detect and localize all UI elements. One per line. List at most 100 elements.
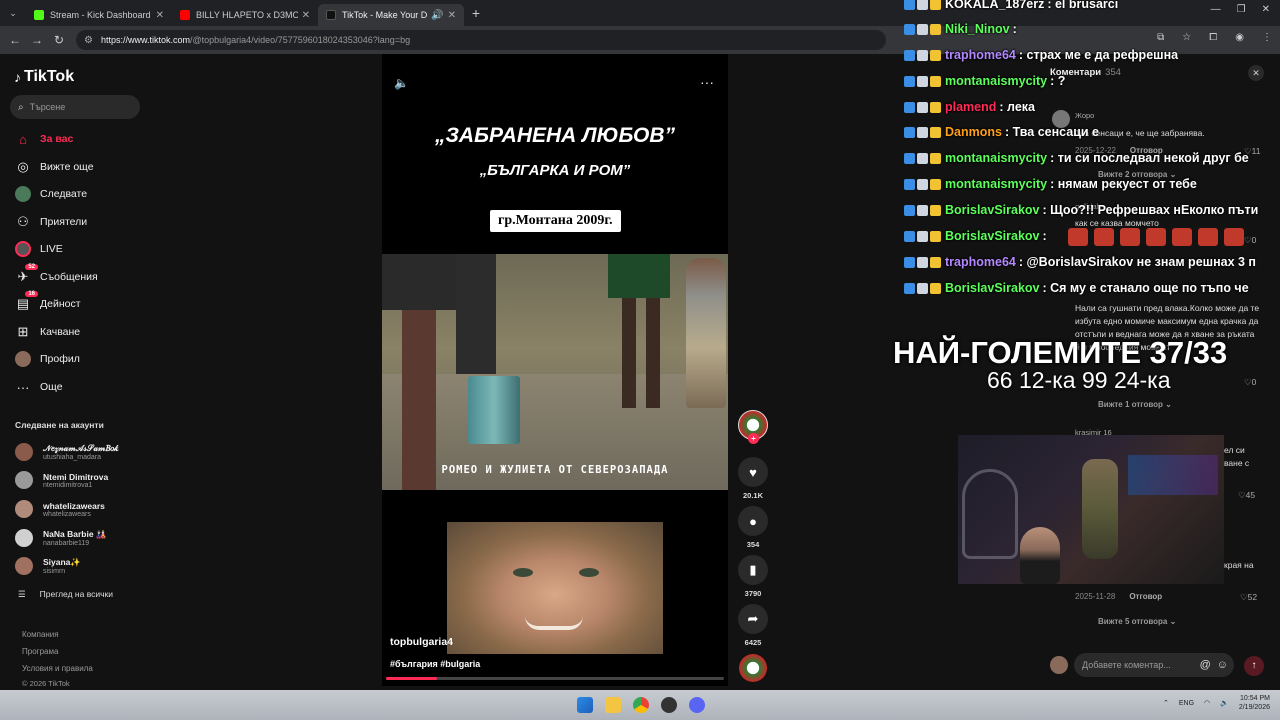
forward-icon[interactable]: → [26,33,48,47]
reply-button[interactable]: Отговор [1129,592,1162,601]
site-info-icon[interactable]: ⚙ [84,35,93,46]
send-comment-icon[interactable]: ↑ [1244,656,1264,676]
nav-live[interactable]: LIVE [14,239,63,259]
chat-username[interactable]: BorislavSirakov [945,281,1040,295]
chat-badges [904,282,941,294]
tiktok-logo[interactable]: ♪ TikTok [14,68,74,86]
language-indicator[interactable]: ENG [1179,700,1194,707]
emoji-icon[interactable]: ☺ [1217,659,1228,671]
tab-kick-dashboard[interactable]: Stream - Kick Dashboard ✕ [26,4,172,26]
video-hashtags[interactable]: #българия #bulgaria [390,659,480,669]
close-window-icon[interactable]: ✕ [1262,4,1270,15]
bookmark-star-icon[interactable]: ☆ [1182,32,1191,43]
search-input[interactable]: ⌕ Търсене [10,95,140,119]
audio-icon[interactable]: 🔊 [431,10,443,21]
chat-username[interactable]: BorislavSirakov [945,203,1040,217]
account-item[interactable]: whatelizawears whatelizawears [15,497,105,521]
chat-badges [904,49,941,61]
nav-following[interactable]: Следвате [14,184,87,204]
footer-link-program[interactable]: Програма [22,647,58,656]
file-explorer-icon[interactable] [605,697,621,713]
nav-label: Дейност [40,298,81,310]
volume-tray-icon[interactable]: 🔉 [1220,699,1229,707]
chat-username[interactable]: traphome64 [945,48,1016,62]
back-icon[interactable]: ← [4,33,26,47]
follow-plus-icon[interactable]: + [748,433,759,444]
account-item[interactable]: Siyana✨ sisimrn [15,554,81,578]
account-item[interactable]: NaNa Barbie 🎎 nanabarbie119 [15,526,107,550]
nav-upload[interactable]: ⊞ Качване [14,322,81,342]
nav-activity[interactable]: ▤ 16 Дейност [14,291,81,314]
comment-like[interactable]: ♡45 [1238,490,1255,501]
wifi-icon[interactable]: ◠ [1204,699,1210,707]
chat-username[interactable]: KOKALA_187erz [945,0,1044,11]
minimize-icon[interactable]: — [1211,4,1221,15]
nav-friends[interactable]: ⚇ Приятели [14,212,87,232]
volume-icon[interactable]: 🔈 [394,76,409,90]
comment-input[interactable]: Добавете коментар... @ ☺ [1074,653,1234,677]
footer-link-company[interactable]: Компания [22,630,59,639]
comment-like[interactable]: ♡52 [1240,592,1257,603]
comment-user[interactable]: Жоро [1075,111,1094,120]
account-handle: ntemidimitrova1 [43,481,93,489]
video-author[interactable]: topbulgaria4 [390,636,453,648]
close-tab-icon[interactable]: ✕ [156,10,164,21]
comment-like[interactable]: ♡0 [1244,235,1256,246]
chat-username[interactable]: BorislavSirakov [945,229,1040,243]
comment-button[interactable]: ● 354 [737,506,769,549]
chat-username[interactable]: traphome64 [945,255,1016,269]
profile-avatar-icon[interactable]: ◉ [1235,32,1244,43]
url-bar[interactable]: ⚙ https://www.tiktok.com/@topbulgaria4/v… [76,30,886,50]
share-button[interactable]: ➦ 6425 [737,604,769,647]
obs-icon[interactable] [661,697,677,713]
view-replies-button[interactable]: Вижте 5 отговора ⌄ [1098,617,1176,626]
footer-link-terms[interactable]: Условия и правила [22,664,93,673]
chrome-icon[interactable] [633,697,649,713]
mention-icon[interactable]: @ [1200,659,1211,671]
tab-youtube[interactable]: BILLY HLAPETO x D3MO x LEXUS ✕ [172,4,318,26]
chat-username[interactable]: montanaismycity [945,177,1047,191]
save-button[interactable]: ▮ 3790 [737,555,769,598]
avatar [15,557,33,575]
tab-title: BILLY HLAPETO x D3MO x LEXUS [196,10,298,20]
view-replies-button[interactable]: Вижте 1 отговор ⌄ [1098,400,1172,409]
windows-start-icon[interactable] [577,697,593,713]
video-more-icon[interactable]: ··· [700,74,714,90]
comment-like-count: 52 [1247,592,1258,602]
account-item[interactable]: Ntemi Dimitrova ntemidimitrova1 [15,468,108,492]
tab-search-icon[interactable]: ⌄ [0,0,26,26]
chat-text: : ти си последвал некой друг бе [1050,151,1249,165]
close-tab-icon[interactable]: ✕ [302,10,310,21]
see-all-link[interactable]: ☰ Преглед на всички [18,589,113,600]
nav-explore[interactable]: ◎ Вижте още [14,157,93,177]
video-caption-text: РОМЕО И ЖУЛИЕТА ОТ СЕВЕРОЗАПАДА [441,464,669,476]
like-button[interactable]: ♥ 20.1K [737,457,769,500]
close-tab-icon[interactable]: ✕ [448,10,456,21]
maximize-icon[interactable]: ❐ [1237,4,1246,15]
cast-icon[interactable]: ⧉ [1157,32,1164,43]
comment-like[interactable]: ♡0 [1244,377,1256,388]
menu-kebab-icon[interactable]: ⋮ [1262,32,1272,43]
account-item[interactable]: 𝒩𝑒𝓏𝓃𝒶𝓂𝒜𝓈𝒮𝒶𝓂𝐵𝑜𝓀 utushiaha_madara [15,440,119,464]
chat-username[interactable]: Niki_Ninov [945,22,1010,36]
nav-for-you[interactable]: ⌂ За вас [14,129,73,149]
music-disc-avatar[interactable] [739,654,767,682]
tab-tiktok[interactable]: TikTok - Make Your Day 🔊 ✕ [318,4,464,26]
nav-profile[interactable]: Профил [14,349,80,369]
nav-messages[interactable]: ✈ 52 Съобщения [14,264,98,287]
chat-username[interactable]: montanaismycity [945,74,1047,88]
video-progress-bar[interactable] [386,677,724,680]
chat-text: : ? [1050,74,1066,88]
clock[interactable]: 10:54 PM 2/19/2026 [1239,694,1270,712]
close-comments-icon[interactable]: ✕ [1248,65,1264,81]
chat-username[interactable]: Danmons [945,125,1002,139]
tray-chevron-icon[interactable]: ⌃ [1163,699,1169,707]
extensions-icon[interactable]: ⧠ [1209,32,1217,43]
new-tab-button[interactable]: + [464,5,488,21]
chat-username[interactable]: montanaismycity [945,151,1047,165]
chat-badge-icon [904,49,915,61]
nav-more[interactable]: ··· Още [14,377,63,397]
reload-icon[interactable]: ↻ [48,33,70,47]
discord-icon[interactable] [689,697,705,713]
chat-username[interactable]: plamend [945,100,996,114]
